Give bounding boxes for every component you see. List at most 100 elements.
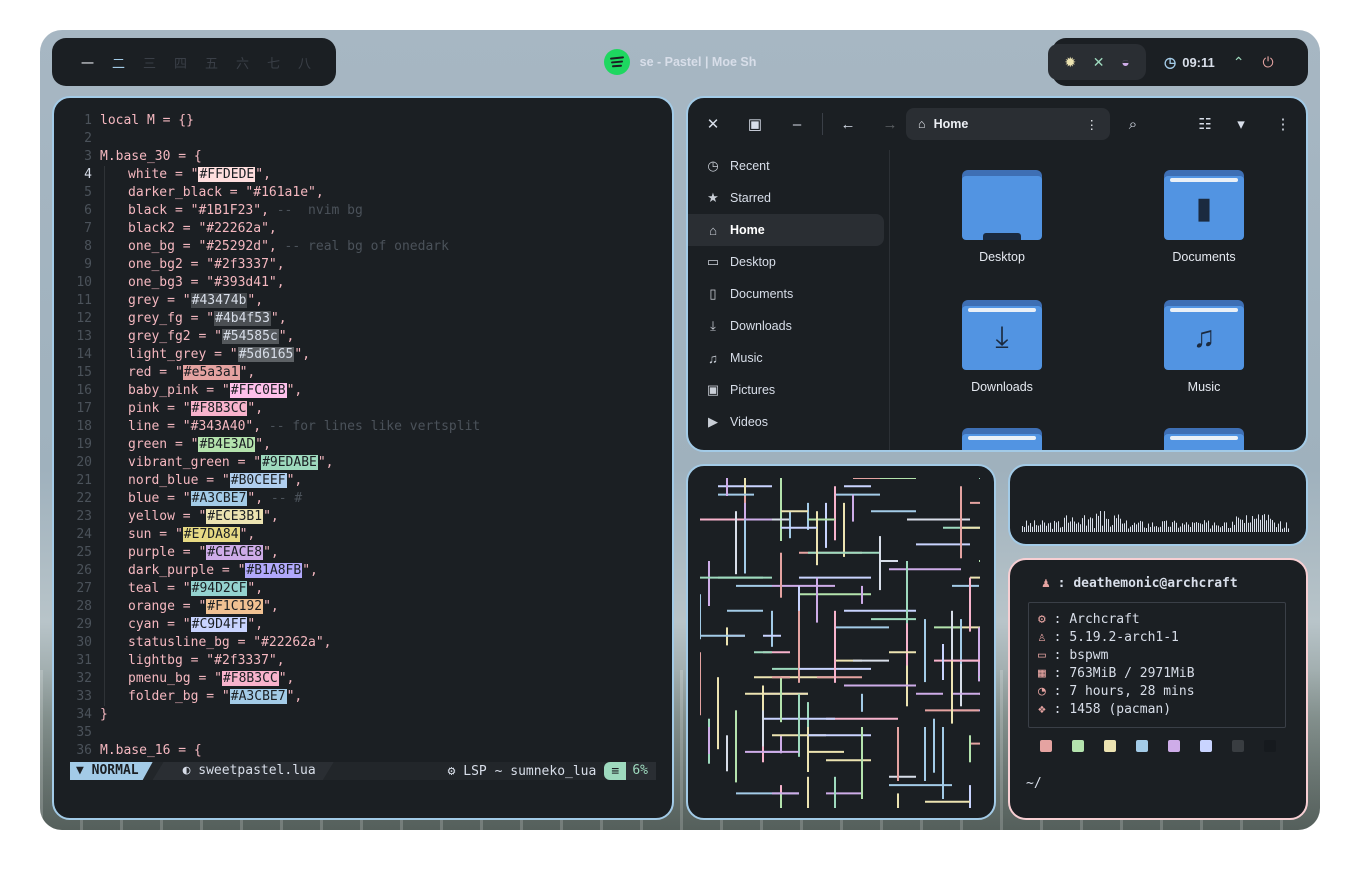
code-line[interactable]: 7 black2 = "#22262a", <box>74 220 480 238</box>
visualizer-bar <box>1184 524 1185 532</box>
more-vertical-icon[interactable]: ⋮ <box>1086 117 1099 132</box>
code-line[interactable]: 35 <box>74 724 480 742</box>
sidebar-item-home[interactable]: ⌂ Home <box>688 214 884 246</box>
forward-arrow-icon[interactable]: → <box>869 116 911 133</box>
visualizer-bar <box>1168 526 1169 532</box>
code-line[interactable]: 14 light_grey = "#5d6165", <box>74 346 480 364</box>
clock[interactable]: ◷ 09:11 <box>1164 54 1215 71</box>
window-icon: ▭ <box>1038 648 1046 663</box>
sidebar-item-desktop[interactable]: ▭ Desktop <box>688 246 889 278</box>
folder-music[interactable]: ♫ Music <box>1144 280 1264 394</box>
code-line[interactable]: 9 one_bg2 = "#2f3337", <box>74 256 480 274</box>
code-line[interactable]: 17 pink = "#F8B3CC", <box>74 400 480 418</box>
workspace-7[interactable]: 七 <box>258 53 289 72</box>
code-line[interactable]: 5 darker_black = "#161a1e", <box>74 184 480 202</box>
file-manager-window[interactable]: ✕ ▣ – ← → ⌂ Home ⋮ ⌕ ☷ ▾ ⋮ ◷ Recent ★ Starr… <box>686 96 1308 452</box>
code-line[interactable]: 3 M.base_30 = { <box>74 148 480 166</box>
folder-desktop[interactable]: Desktop <box>942 150 1062 264</box>
code-line[interactable]: 23 yellow = "#ECE3B1", <box>74 508 480 526</box>
code-line[interactable]: 30 statusline_bg = "#22262a", <box>74 634 480 652</box>
path-bar[interactable]: ⌂ Home ⋮ <box>906 108 1110 140</box>
brightness-icon[interactable]: ✹ <box>1064 54 1076 71</box>
code-line[interactable]: 12 grey_fg = "#4b4f53", <box>74 310 480 328</box>
color-value: #4b4f53 <box>214 311 271 326</box>
back-arrow-icon[interactable]: ← <box>827 116 869 133</box>
line-text: M.base_16 = { <box>100 743 202 758</box>
code-line[interactable]: 4 white = "#FFDEDE", <box>74 166 480 184</box>
visualizer-bar <box>1118 514 1119 532</box>
code-line[interactable]: 11 grey = "#43474b", <box>74 292 480 310</box>
fetch-terminal[interactable]: ♟ : deathemonic@archcraft ⚙ : Archcraft ♙… <box>1008 558 1308 820</box>
home-icon: ⌂ <box>709 222 717 238</box>
code-line[interactable]: 31 lightbg = "#2f3337", <box>74 652 480 670</box>
line-number: 4 <box>84 167 92 182</box>
code-line[interactable]: 29 cyan = "#C9D4FF", <box>74 616 480 634</box>
code-line[interactable]: 22 blue = "#A3CBE7", -- # <box>74 490 480 508</box>
code-line[interactable]: 32 pmenu_bg = "#F8B3CC", <box>74 670 480 688</box>
code-line[interactable]: 20 vibrant_green = "#9EDABE", <box>74 454 480 472</box>
spotify-icon <box>603 49 630 75</box>
sidebar-item-recent[interactable]: ◷ Recent <box>688 150 889 182</box>
now-playing[interactable]: se - Pastel | Moe Sh <box>580 38 780 86</box>
code-line[interactable]: 28 orange = "#F1C192", <box>74 598 480 616</box>
code-line[interactable]: 26 dark_purple = "#B1A8FB", <box>74 562 480 580</box>
power-icon[interactable]: ⏻ <box>1263 54 1274 71</box>
code-line[interactable]: 24 sun = "#E7DA84", <box>74 526 480 544</box>
workspace-5[interactable]: 五 <box>196 53 227 72</box>
close-icon[interactable]: ✕ <box>692 115 734 133</box>
visualizer-bar <box>1092 518 1093 532</box>
pipes-animation <box>700 478 980 808</box>
code-line[interactable]: 13 grey_fg2 = "#54585c", <box>74 328 480 346</box>
code-line[interactable]: 2 <box>74 130 480 148</box>
code-line[interactable]: 6 black = "#1B1F23", -- nvim bg <box>74 202 480 220</box>
code-line[interactable]: 34} <box>74 706 480 724</box>
sidebar-item-pictures[interactable]: ▣ Pictures <box>688 374 889 406</box>
wifi-icon[interactable]: ◒ <box>1121 54 1129 70</box>
sidebar-item-starred[interactable]: ★ Starred <box>688 182 889 214</box>
color-value: #A3CBE7 <box>190 491 248 506</box>
line-text: folder_bg = "#A3CBE7", <box>100 688 302 706</box>
shell-prompt[interactable]: ~/ <box>1026 776 1042 791</box>
visualizer-bar <box>1122 523 1123 532</box>
volume-muted-icon[interactable]: ✕ <box>1093 54 1105 71</box>
sidebar-item-music[interactable]: ♫ Music <box>688 342 889 374</box>
code-buffer[interactable]: 1 local M = {} 2 3 M.base_30 = {4 white = "#F… <box>74 112 480 760</box>
code-line[interactable]: 10 one_bg3 = "#393d41", <box>74 274 480 292</box>
code-line[interactable]: 36 M.base_16 = { <box>74 742 480 760</box>
code-line[interactable]: 21 nord_blue = "#B0CEEF", <box>74 472 480 490</box>
code-line[interactable]: 19 green = "#B4E3AD", <box>74 436 480 454</box>
workspace-3[interactable]: 三 <box>134 53 165 72</box>
code-line[interactable]: 33 folder_bg = "#A3CBE7", <box>74 688 480 706</box>
search-icon[interactable]: ⌕ <box>1112 116 1154 133</box>
neovim-window[interactable]: 1 local M = {} 2 3 M.base_30 = {4 white = "#F… <box>52 96 674 820</box>
code-line[interactable]: 8 one_bg = "#25292d", -- real bg of oneda… <box>74 238 480 256</box>
chevron-up-icon[interactable]: ⌃ <box>1233 54 1245 71</box>
chevron-down-icon[interactable]: ▾ <box>1220 115 1262 133</box>
code-line[interactable]: 27 teal = "#94D2CF", <box>74 580 480 598</box>
code-line[interactable]: 25 purple = "#CEACE8", <box>74 544 480 562</box>
code-line[interactable]: 18 line = "#343A40", -- for lines like ve… <box>74 418 480 436</box>
maximize-icon[interactable]: ▣ <box>734 115 776 133</box>
visualizer-bar <box>1120 518 1121 532</box>
workspace-1[interactable]: 一 <box>72 53 103 72</box>
folder-partial[interactable] <box>1144 408 1264 450</box>
minimize-icon[interactable]: – <box>776 116 818 133</box>
menu-icon[interactable]: ⋮ <box>1262 115 1304 133</box>
code-line[interactable]: 15 red = "#e5a3a1", <box>74 364 480 382</box>
lsp-status: ⚙ LSP ~ sumneko_lua <box>447 763 597 779</box>
workspace-8[interactable]: 八 <box>289 53 320 72</box>
sidebar-item-videos[interactable]: ▶ Videos <box>688 406 889 438</box>
code-line[interactable]: 1 local M = {} <box>74 112 480 130</box>
folder-downloads[interactable]: ⤓ Downloads <box>942 280 1062 394</box>
folder-partial[interactable] <box>942 408 1062 450</box>
sidebar-item-documents[interactable]: ▯ Documents <box>688 278 889 310</box>
workspace-6[interactable]: 六 <box>227 53 258 72</box>
workspace-4[interactable]: 四 <box>165 53 196 72</box>
pipes-terminal[interactable] <box>686 464 996 820</box>
sidebar-item-downloads[interactable]: ⤓ Downloads <box>688 310 889 342</box>
workspace-2[interactable]: 二 <box>103 53 134 72</box>
folder-documents[interactable]: ▮ Documents <box>1144 150 1264 264</box>
code-line[interactable]: 16 baby_pink = "#FFC0EB", <box>74 382 480 400</box>
line-text: one_bg = "#25292d", -- real bg of onedar… <box>100 238 449 256</box>
color-value: #C9D4FF <box>190 617 248 632</box>
